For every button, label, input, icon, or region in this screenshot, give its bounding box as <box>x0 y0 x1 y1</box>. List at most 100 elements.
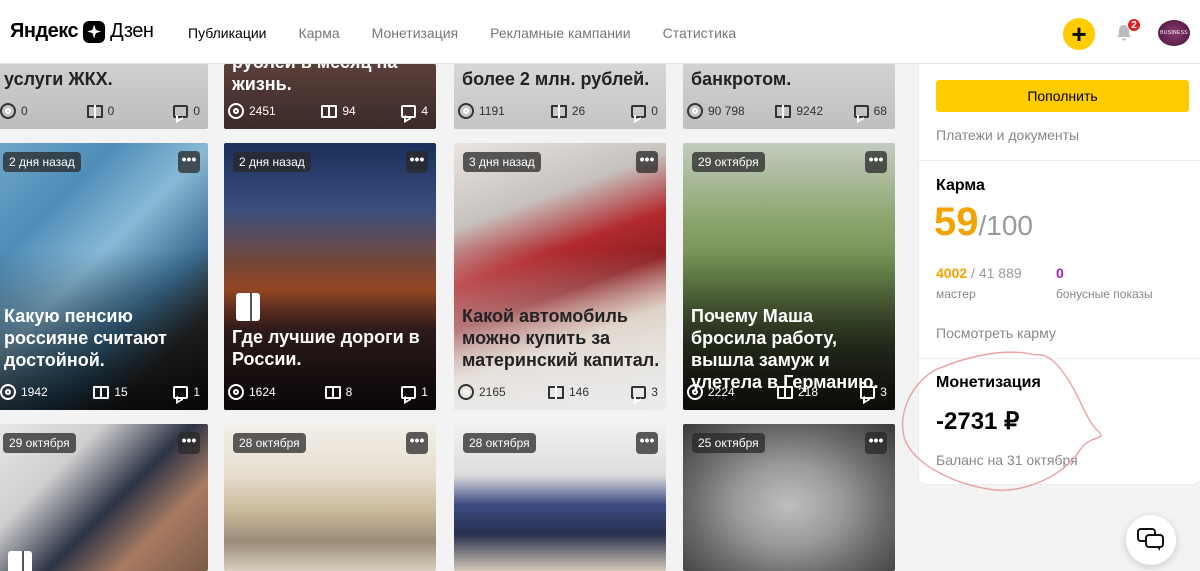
card-date: 28 октября <box>463 433 536 453</box>
views-icon <box>0 384 16 400</box>
nav-publications[interactable]: Публикации <box>188 25 266 41</box>
karma-title: Карма <box>936 177 985 194</box>
bonus-value: 0 <box>1056 265 1064 281</box>
reads-icon <box>550 104 567 118</box>
avatar[interactable]: BUSINESS <box>1158 20 1190 46</box>
more-menu-button[interactable]: ••• <box>636 432 658 454</box>
more-menu-button[interactable]: ••• <box>865 151 887 173</box>
views-icon <box>0 103 16 119</box>
view-karma-link[interactable]: Посмотреть карму <box>936 325 1056 341</box>
comments-count: 3 <box>651 385 658 399</box>
more-menu-button[interactable]: ••• <box>178 432 200 454</box>
article-icon <box>8 551 32 571</box>
card-title: банкротом. <box>691 69 792 89</box>
comments-count: 4 <box>421 104 428 118</box>
card-title: рублей в месяц на жизнь. <box>232 64 397 94</box>
master-total: / 41 889 <box>971 265 1022 281</box>
comments-icon <box>401 104 417 118</box>
bonus-label: бонусные показы <box>1056 287 1153 301</box>
reads-icon <box>93 385 110 399</box>
views-icon <box>458 384 474 400</box>
views-count: 2165 <box>479 385 506 399</box>
comments-icon <box>173 385 189 399</box>
logo-yandex-text: Яндекс <box>10 20 79 42</box>
monetization-title: Монетизация <box>936 374 1041 391</box>
more-menu-button[interactable]: ••• <box>406 151 428 173</box>
payments-link[interactable]: Платежи и документы <box>936 127 1079 143</box>
divider <box>919 358 1200 359</box>
more-menu-button[interactable]: ••• <box>636 151 658 173</box>
master-stat: 4002 / 41 889 <box>936 265 1022 281</box>
card-stats: 0 0 0 <box>0 103 200 119</box>
article-card[interactable]: рублей в месяц на жизнь. 2451 94 4 <box>224 64 436 129</box>
card-date: 29 октября <box>3 433 76 453</box>
views-icon <box>228 384 244 400</box>
card-stats: 2451 94 4 <box>228 103 428 119</box>
reads-count: 218 <box>797 385 819 399</box>
comments-count: 68 <box>873 104 887 118</box>
nav-monetization[interactable]: Монетизация <box>372 25 459 41</box>
reads-count: 9242 <box>796 104 824 118</box>
more-menu-button[interactable]: ••• <box>406 432 428 454</box>
article-card[interactable]: 2 дня назад ••• Какую пенсию россияне сч… <box>0 143 208 410</box>
card-title: Какой автомобиль можно купить за материн… <box>462 306 660 370</box>
article-card[interactable]: 3 дня назад ••• Какой автомобиль можно к… <box>454 143 666 410</box>
zen-star-icon <box>83 20 106 43</box>
article-card[interactable]: 29 октября ••• <box>0 424 208 571</box>
create-plus-button[interactable]: + <box>1063 18 1095 50</box>
yandex-zen-logo[interactable]: Яндекс Дзен <box>10 20 154 43</box>
views-count: 1624 <box>249 385 276 399</box>
comments-count: 0 <box>651 104 658 118</box>
reads-count: 8 <box>345 385 353 399</box>
logo-zen-text: Дзен <box>110 20 154 42</box>
nav-ad-campaigns[interactable]: Рекламные кампании <box>490 25 630 41</box>
card-stats: 90 798 9242 68 <box>687 103 887 119</box>
card-title: Какую пенсию россияне считают достойной. <box>4 306 167 370</box>
article-card[interactable]: 28 октября ••• <box>454 424 666 571</box>
views-count: 2224 <box>708 385 735 399</box>
nav-karma[interactable]: Карма <box>298 25 339 41</box>
reads-icon <box>775 104 792 118</box>
card-title: Где лучшие дороги в России. <box>232 327 420 369</box>
card-title: услуги ЖКХ. <box>4 69 113 89</box>
article-card[interactable]: услуги ЖКХ. 0 0 0 <box>0 64 208 129</box>
monetization-amount: -2731 ₽ <box>936 408 1020 435</box>
top-header: Яндекс Дзен Публикации Карма Монетизация… <box>0 0 1200 64</box>
views-count: 2451 <box>249 104 276 118</box>
article-card[interactable]: 28 октября ••• <box>224 424 436 571</box>
main-nav: Публикации Карма Монетизация Рекламные к… <box>188 25 768 41</box>
karma-max: /100 <box>978 210 1034 241</box>
views-icon <box>458 103 474 119</box>
reads-icon <box>547 385 564 399</box>
chat-icon <box>1137 528 1164 551</box>
karma-value: 59 <box>934 200 979 244</box>
views-icon <box>687 103 703 119</box>
more-menu-button[interactable]: ••• <box>178 151 200 173</box>
article-card[interactable]: 2 дня назад ••• Где лучшие дороги в Росс… <box>224 143 436 410</box>
card-stats: 1624 8 1 <box>228 384 428 400</box>
views-count: 0 <box>21 104 28 118</box>
topup-button[interactable]: Пополнить <box>936 80 1189 112</box>
nav-statistics[interactable]: Статистика <box>663 25 737 41</box>
views-icon <box>228 103 244 119</box>
article-card[interactable]: 29 октября ••• Почему Маша бросила работ… <box>683 143 895 410</box>
article-card[interactable]: более 2 млн. рублей. 1191 26 0 <box>454 64 666 129</box>
article-card[interactable]: банкротом. 90 798 9242 68 <box>683 64 895 129</box>
card-stats: 1942 15 1 <box>0 384 200 400</box>
bell-icon[interactable]: 2 <box>1115 18 1141 42</box>
views-count: 90 798 <box>708 104 745 118</box>
card-title: более 2 млн. рублей. <box>462 69 650 89</box>
comments-icon <box>853 104 869 118</box>
reads-icon <box>776 385 793 399</box>
views-count: 1191 <box>479 104 505 118</box>
comments-icon <box>631 385 647 399</box>
comments-icon <box>631 104 647 118</box>
chat-support-button[interactable] <box>1126 515 1176 565</box>
master-value: 4002 <box>936 265 968 281</box>
comments-count: 1 <box>193 385 200 399</box>
comments-count: 3 <box>880 385 887 399</box>
more-menu-button[interactable]: ••• <box>865 432 887 454</box>
reads-count: 15 <box>114 385 128 399</box>
reads-count: 26 <box>571 104 586 118</box>
article-card[interactable]: 25 октября ••• <box>683 424 895 571</box>
